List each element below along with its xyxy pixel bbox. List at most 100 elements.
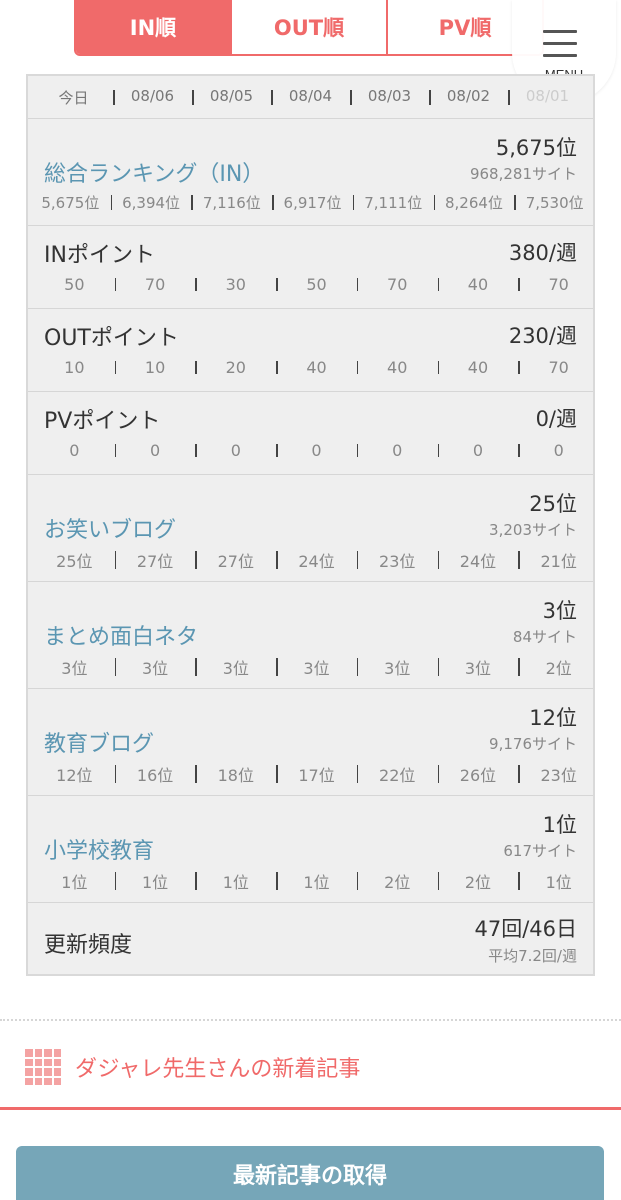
history-cell: 20 [195,358,276,377]
update-frequency-value: 47回/46日 [474,917,577,941]
history-cell: 10 [64,358,85,377]
tab-in[interactable]: IN順 [76,0,230,54]
ranking-stats-table: 今日 08/06 08/05 08/04 08/03 08/02 08/01 総… [26,74,595,976]
history-cell: 40 [356,358,438,377]
new-articles-header: ダジャレ先生さんの新着記事 [0,1030,621,1110]
overall-rank: 5,675位 [495,136,577,160]
owarai-category-link[interactable]: お笑いブログ [44,512,176,544]
matome-site-count: 84サイト [512,628,577,646]
history-cell: 70 [114,275,196,294]
out-point-label: OUTポイント [44,326,179,351]
dotted-divider [0,1019,621,1021]
overall-ranking-link[interactable]: 総合ランキング（IN） [44,156,264,188]
owarai-history-row: 25位 27位 27位 24位 23位 24位 21位 [34,548,599,572]
date-cell: 08/05 [192,87,271,108]
history-cell: 24位 [276,548,357,572]
history-cell: 27位 [195,548,276,572]
history-cell: 40 [437,358,519,377]
shougakkou-category-link[interactable]: 小学校教育 [44,833,154,865]
kyouiku-site-count: 9,176サイト [489,735,577,753]
owarai-site-count: 3,203サイト [489,521,577,539]
update-frequency-average: 平均7.2回/週 [488,947,577,965]
in-point-label: INポイント [44,243,155,268]
history-cell: 0 [437,441,519,460]
history-cell: 8,264位 [433,192,515,213]
history-cell: 2位 [356,869,438,893]
shougakkou-rank: 1位 [542,813,577,837]
update-frequency-section: 更新頻度 47回/46日 平均7.2回/週 [28,903,593,983]
history-cell: 1位 [114,869,196,893]
tab-out[interactable]: OUT順 [230,0,386,54]
in-point-value: 380/週 [508,241,577,265]
history-cell: 23位 [518,762,599,786]
history-cell: 17位 [276,762,357,786]
pv-point-value: 0/週 [535,407,577,431]
pv-point-history-row: 0 0 0 0 0 0 0 [34,441,599,460]
history-cell: 3位 [114,655,196,679]
kyouiku-history-row: 12位 16位 18位 17位 22位 26位 23位 [34,762,599,786]
history-cell: 23位 [356,548,438,572]
pv-point-label: PVポイント [44,409,161,434]
history-cell: 50 [276,275,357,294]
history-cell: 2位 [437,869,519,893]
date-cell: 08/01 [508,87,587,108]
history-cell: 0 [69,441,80,460]
history-cell: 25位 [56,552,93,571]
owarai-category-section: お笑いブログ 25位 3,203サイト 25位 27位 27位 24位 23位 … [28,475,593,582]
history-cell: 6,917位 [272,192,353,213]
update-frequency-label: 更新頻度 [44,933,133,958]
kyouiku-category-section: 教育ブログ 12位 9,176サイト 12位 16位 18位 17位 22位 2… [28,689,593,796]
history-cell: 5,675位 [41,194,100,212]
history-cell: 7,111位 [352,192,434,213]
section-underline [0,1107,621,1110]
history-cell: 1位 [195,869,276,893]
matome-history-row: 3位 3位 3位 3位 3位 3位 2位 [34,655,599,679]
history-cell: 27位 [114,548,196,572]
history-cell: 1位 [518,869,599,893]
history-cell: 10 [114,358,196,377]
history-cell: 21位 [518,548,599,572]
date-cell: 08/03 [350,87,429,108]
history-cell: 3位 [356,655,438,679]
history-cell: 70 [518,275,599,294]
owarai-rank: 25位 [529,492,577,516]
history-cell: 22位 [356,762,438,786]
history-cell: 3位 [276,655,357,679]
shougakkou-site-count: 617サイト [503,842,577,860]
history-cell: 24位 [437,548,519,572]
date-header-row: 今日 08/06 08/05 08/04 08/03 08/02 08/01 [28,76,593,119]
history-cell: 12位 [56,766,93,785]
shougakkou-history-row: 1位 1位 1位 1位 2位 2位 1位 [34,869,599,893]
history-cell: 40 [276,358,357,377]
date-cell: 08/04 [271,87,350,108]
history-cell: 26位 [437,762,519,786]
sort-tabs: IN順 OUT順 PV順 [74,0,544,56]
kyouiku-category-link[interactable]: 教育ブログ [44,726,154,758]
overall-ranking-section: 総合ランキング（IN） 5,675位 968,281サイト 5,675位 6,3… [28,119,593,226]
matome-rank: 3位 [542,599,577,623]
history-cell: 1位 [61,873,88,892]
history-cell: 50 [64,275,85,294]
out-point-history-row: 10 10 20 40 40 40 70 [34,358,599,377]
history-cell: 0 [114,441,196,460]
history-cell: 0 [356,441,438,460]
matome-category-section: まとめ面白ネタ 3位 84サイト 3位 3位 3位 3位 3位 3位 2位 [28,582,593,689]
history-cell: 16位 [114,762,196,786]
history-cell: 40 [437,275,519,294]
kyouiku-rank: 12位 [529,706,577,730]
history-cell: 70 [356,275,438,294]
out-point-value: 230/週 [508,324,577,348]
history-cell: 70 [518,358,599,377]
history-cell: 0 [195,441,276,460]
matome-category-link[interactable]: まとめ面白ネタ [44,619,198,651]
history-cell: 6,394位 [110,192,192,213]
history-cell: 30 [195,275,276,294]
fetch-latest-articles-button[interactable]: 最新記事の取得 [16,1146,604,1200]
history-cell: 7,116位 [191,192,272,213]
in-point-section: INポイント 380/週 50 70 30 50 70 40 70 [28,226,593,309]
date-cell: 08/02 [429,87,508,108]
out-point-section: OUTポイント 230/週 10 10 20 40 40 40 70 [28,309,593,392]
date-cell: 08/06 [113,87,192,108]
history-cell: 3位 [195,655,276,679]
history-cell: 7,530位 [514,192,595,213]
